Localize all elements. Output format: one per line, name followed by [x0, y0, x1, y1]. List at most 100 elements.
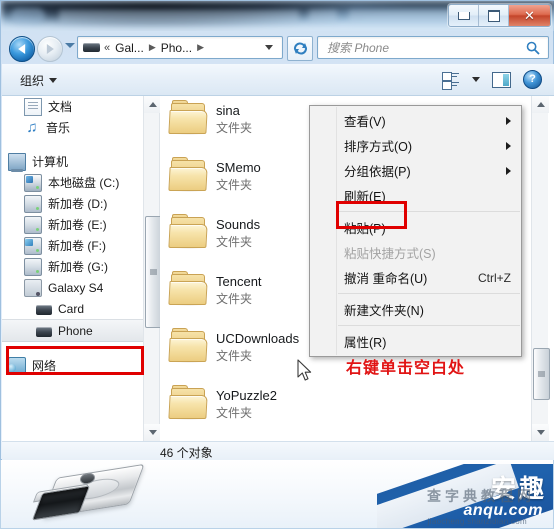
minimize-button[interactable] [449, 5, 479, 26]
refresh-icon [293, 42, 307, 55]
submenu-arrow-icon [506, 166, 511, 175]
breadcrumb-separator-0[interactable]: ▶ [149, 42, 156, 53]
view-mode-icon[interactable] [442, 71, 460, 90]
item-type: 文件夹 [216, 349, 253, 363]
menu-item-paste[interactable]: 粘贴(P) [310, 215, 521, 240]
menu-item-label: 分组依据(P) [344, 165, 411, 179]
menu-item-group-by[interactable]: 分组依据(P) [310, 158, 521, 183]
toolbar-right-group: ? [442, 70, 542, 90]
sidebar-item-label: 网络 [32, 359, 57, 373]
sidebar-item-documents[interactable]: 文档 [2, 96, 143, 117]
menu-separator [338, 211, 520, 212]
system-drive-icon [24, 173, 42, 192]
file-scroll-up-button[interactable] [532, 96, 549, 113]
sidebar-item-galaxy-s4[interactable]: Galaxy S4 [2, 277, 143, 298]
sidebar-item-local-disk-c[interactable]: 本地磁盘 (C:) [2, 172, 143, 193]
sidebar-item-card[interactable]: Card [2, 298, 143, 319]
organize-button[interactable]: 组织 [20, 72, 58, 89]
menu-item-sort-by[interactable]: 排序方式(O) [310, 133, 521, 158]
maximize-button[interactable] [479, 5, 509, 26]
explorer-window: ✕ « Gal... ▶ Pho... ▶ 搜索 Phone 组织 ? 文档 ♫… [0, 0, 554, 460]
item-type: 文件夹 [216, 292, 253, 306]
menu-item-new-folder[interactable]: 新建文件夹(N) [310, 297, 521, 322]
file-scroll-thumb[interactable] [533, 348, 550, 400]
menu-item-label: 查看(V) [344, 115, 386, 129]
phone-storage-icon [36, 305, 52, 315]
sidebar-scroll-down-button[interactable] [144, 424, 161, 441]
sidebar-item-label: 本地磁盘 (C:) [48, 176, 120, 190]
sidebar-scrollbar[interactable] [143, 96, 162, 441]
search-box[interactable]: 搜索 Phone [317, 36, 549, 59]
close-button[interactable]: ✕ [509, 5, 550, 26]
title-bar: ✕ [1, 1, 554, 31]
item-name: SMemo [216, 160, 261, 175]
sidebar-item-label: Card [58, 301, 85, 316]
status-bar: 46 个对象 [2, 441, 554, 460]
item-count-label: 46 个对象 [160, 446, 213, 460]
item-name: Tencent [216, 274, 262, 289]
annotation-hint-text: 右键单击空白处 [346, 360, 466, 377]
file-list-scrollbar[interactable] [531, 96, 550, 441]
breadcrumb-item-0[interactable]: Gal... [114, 39, 145, 57]
sidebar-item-label: 新加卷 (F:) [48, 239, 106, 253]
item-type: 文件夹 [216, 406, 253, 420]
forward-arrow-icon [46, 44, 54, 54]
mouse-cursor-icon [297, 359, 312, 381]
sidebar-item-network[interactable]: 网络 [2, 355, 143, 376]
view-mode-chevron-down-icon[interactable] [472, 77, 480, 82]
list-item[interactable]: YoPuzzle2 文件夹 [160, 381, 527, 438]
menu-item-refresh[interactable]: 刷新(E) [310, 183, 521, 208]
address-bar[interactable]: « Gal... ▶ Pho... ▶ [77, 36, 283, 59]
sidebar-scroll-up-button[interactable] [144, 96, 161, 113]
item-type: 文件夹 [216, 121, 253, 135]
sidebar-item-volume-e[interactable]: 新加卷 (E:) [2, 214, 143, 235]
phone-icon [83, 43, 100, 52]
menu-item-paste-shortcut: 粘贴快捷方式(S) [310, 240, 521, 265]
close-icon: ✕ [524, 8, 535, 23]
phone-storage-icon [36, 327, 52, 337]
chevron-down-icon [49, 78, 58, 83]
menu-item-label: 粘贴快捷方式(S) [344, 247, 436, 261]
menu-item-undo-rename[interactable]: 撤消 重命名(U) Ctrl+Z [310, 265, 521, 290]
folder-icon [168, 328, 210, 364]
address-dropdown-icon[interactable] [265, 45, 273, 50]
menu-separator [338, 325, 520, 326]
breadcrumb-separator-1[interactable]: ▶ [197, 42, 204, 53]
sidebar-item-volume-g[interactable]: 新加卷 (G:) [2, 256, 143, 277]
chevron-up-icon [536, 102, 545, 107]
network-icon [8, 356, 26, 375]
back-button[interactable] [9, 36, 35, 62]
context-menu: 查看(V) 排序方式(O) 分组依据(P) 刷新(E) 粘贴(P) 粘贴快捷方式… [309, 105, 522, 357]
maximize-icon [487, 9, 500, 22]
refresh-button[interactable] [287, 36, 313, 61]
forward-button[interactable] [37, 36, 63, 62]
sidebar-item-label: 文档 [48, 100, 73, 114]
file-scroll-down-button[interactable] [532, 424, 549, 441]
music-icon: ♫ [26, 118, 38, 136]
search-input[interactable]: 搜索 Phone [318, 39, 389, 56]
item-name: Sounds [216, 217, 261, 232]
menu-item-shortcut: Ctrl+Z [478, 270, 511, 285]
network-drive-icon [24, 236, 42, 255]
breadcrumb-item-1[interactable]: Pho... [160, 39, 193, 57]
breadcrumb-overflow-icon[interactable]: « [104, 42, 110, 54]
sidebar-item-music[interactable]: ♫ 音乐 [2, 117, 143, 138]
sidebar-item-volume-f[interactable]: 新加卷 (F:) [2, 235, 143, 256]
sidebar-item-label: 新加卷 (D:) [48, 197, 108, 211]
history-dropdown-icon[interactable] [65, 43, 75, 48]
item-name: UCDownloads [216, 331, 300, 346]
submenu-arrow-icon [506, 116, 511, 125]
title-ghost-field [59, 10, 299, 23]
help-icon[interactable]: ? [523, 70, 542, 89]
document-icon [24, 97, 42, 116]
scroll-grip-icon [150, 269, 157, 275]
menu-item-properties[interactable]: 属性(R) [310, 329, 521, 354]
navigation-bar: « Gal... ▶ Pho... ▶ 搜索 Phone [1, 31, 554, 64]
menu-item-label: 撤消 重命名(U) [344, 272, 428, 286]
sidebar-item-volume-d[interactable]: 新加卷 (D:) [2, 193, 143, 214]
preview-pane-icon[interactable] [492, 71, 511, 88]
computer-icon [8, 152, 26, 172]
sidebar-item-computer[interactable]: 计算机 [2, 151, 143, 172]
sidebar-item-phone[interactable]: Phone [2, 319, 143, 342]
menu-item-view[interactable]: 查看(V) [310, 108, 521, 133]
